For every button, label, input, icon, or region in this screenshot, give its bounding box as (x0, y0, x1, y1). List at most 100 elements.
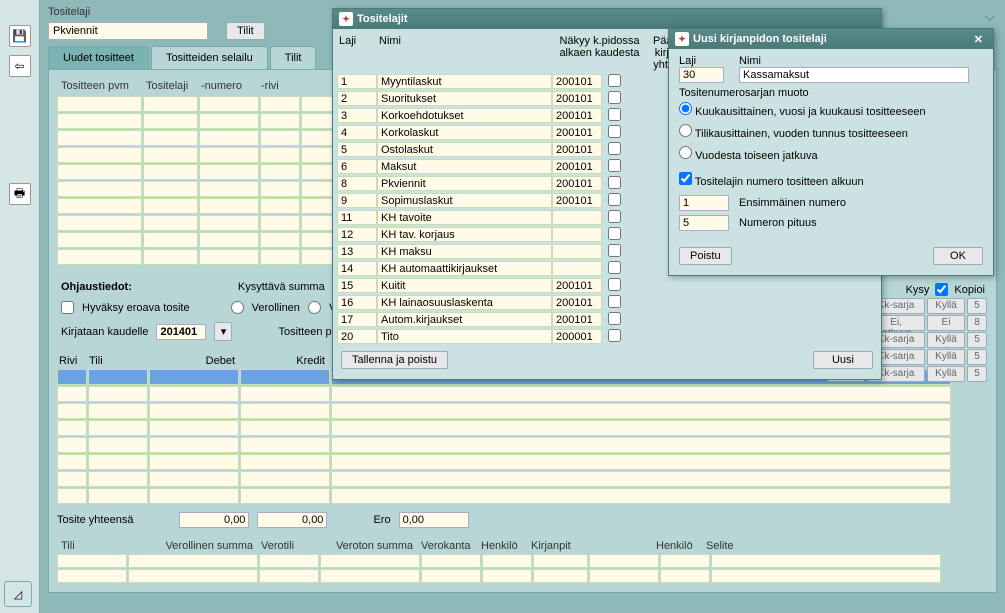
dlg1-kausi-cell[interactable] (552, 295, 602, 310)
dlg1-cb-cell[interactable] (602, 125, 626, 141)
dlg1-nimi-cell[interactable] (377, 210, 552, 225)
dlg1-laji-cell[interactable] (337, 312, 377, 327)
dlg1-kausi-cell[interactable] (552, 193, 602, 208)
dlg1-row[interactable] (337, 294, 877, 311)
period-picker-button[interactable]: ▾ (214, 322, 232, 341)
hyvaksy-checkbox[interactable] (61, 301, 74, 314)
close-icon[interactable]: ✕ (970, 33, 987, 46)
dlg1-cb-cell[interactable] (602, 142, 626, 158)
ok-button[interactable]: OK (933, 247, 983, 265)
dlg1-nimi-cell[interactable] (377, 278, 552, 293)
dlg1-kausi-cell[interactable] (552, 244, 602, 259)
dlg1-nimi-cell[interactable] (377, 227, 552, 242)
dlg1-kausi-cell[interactable] (552, 261, 602, 276)
dlg1-nimi-cell[interactable] (377, 74, 552, 89)
dlg1-nimi-cell[interactable] (377, 91, 552, 106)
collapse-icon[interactable]: ⌵ (984, 8, 995, 25)
dlg2-opt3[interactable]: Vuodesta toiseen jatkuva (679, 143, 983, 165)
dlg1-cb-cell[interactable] (602, 193, 626, 209)
rivi-row[interactable] (57, 471, 988, 487)
dlg1-nimi-cell[interactable] (377, 108, 552, 123)
dlg1-kausi-cell[interactable] (552, 210, 602, 225)
dlg1-cb-cell[interactable] (602, 176, 626, 192)
dlg2-num1-input[interactable] (679, 195, 729, 211)
poistu-button[interactable]: Poistu (679, 247, 732, 265)
dlg1-cb-cell[interactable] (602, 74, 626, 90)
print-icon[interactable]: 🖶 (9, 183, 31, 205)
dlg2-opt2[interactable]: Tilikausittainen, vuoden tunnus tosittee… (679, 121, 983, 143)
dlg1-nimi-cell[interactable] (377, 193, 552, 208)
bottom-row[interactable] (57, 569, 988, 583)
rivi-row[interactable] (57, 488, 988, 504)
dlg2-cb1[interactable]: Tositelajin numero tositteen alkuun (679, 169, 983, 191)
kopioi-checkbox[interactable] (935, 283, 948, 296)
tositelaji-select[interactable]: Pkviennit (48, 22, 208, 40)
verollinen-radio[interactable] (231, 301, 244, 314)
dlg1-kausi-cell[interactable] (552, 108, 602, 123)
dlg1-laji-cell[interactable] (337, 210, 377, 225)
dlg1-kausi-cell[interactable] (552, 329, 602, 344)
dlg1-kausi-cell[interactable] (552, 278, 602, 293)
dlg1-laji-cell[interactable] (337, 261, 377, 276)
dlg1-laji-cell[interactable] (337, 74, 377, 89)
dlg1-nimi-cell[interactable] (377, 261, 552, 276)
dlg1-laji-cell[interactable] (337, 159, 377, 174)
back-icon[interactable]: ⇦ (9, 55, 31, 77)
dlg1-cb-cell[interactable] (602, 227, 626, 243)
dlg1-cb-cell[interactable] (602, 278, 626, 294)
save-icon[interactable]: 💾 (9, 25, 31, 47)
dlg1-cb-cell[interactable] (602, 91, 626, 107)
dlg1-laji-cell[interactable] (337, 91, 377, 106)
dlg1-cb-cell[interactable] (602, 159, 626, 175)
dlg1-row[interactable] (337, 328, 877, 345)
dlg1-row[interactable] (337, 277, 877, 294)
dlg1-laji-cell[interactable] (337, 295, 377, 310)
rivi-row[interactable] (57, 437, 988, 453)
dlg1-laji-cell[interactable] (337, 193, 377, 208)
rivi-row[interactable] (57, 420, 988, 436)
dlg1-cb-cell[interactable] (602, 295, 626, 311)
dlg1-laji-cell[interactable] (337, 142, 377, 157)
dlg1-kausi-cell[interactable] (552, 142, 602, 157)
dlg2-num2-input[interactable] (679, 215, 729, 231)
dlg1-cb-cell[interactable] (602, 244, 626, 260)
dlg1-nimi-cell[interactable] (377, 329, 552, 344)
dlg1-laji-cell[interactable] (337, 125, 377, 140)
dlg1-laji-cell[interactable] (337, 227, 377, 242)
tab-selailu[interactable]: Tositteiden selailu (151, 46, 268, 69)
dlg1-laji-cell[interactable] (337, 329, 377, 344)
rivi-row[interactable] (57, 403, 988, 419)
dlg1-row[interactable] (337, 311, 877, 328)
dlg2-opt1[interactable]: Kuukausittainen, vuosi ja kuukausi tosit… (679, 99, 983, 121)
dlg1-laji-cell[interactable] (337, 176, 377, 191)
dlg2-nimi-input[interactable] (739, 67, 969, 83)
dlg1-nimi-cell[interactable] (377, 142, 552, 157)
dlg1-nimi-cell[interactable] (377, 295, 552, 310)
dlg1-cb-cell[interactable] (602, 210, 626, 226)
rivi-row[interactable] (57, 454, 988, 470)
uusi-button[interactable]: Uusi (813, 351, 873, 369)
rivi-row[interactable] (57, 386, 988, 402)
corner-button[interactable]: ◿ (4, 581, 32, 607)
dlg1-cb-cell[interactable] (602, 312, 626, 328)
dlg1-cb-cell[interactable] (602, 261, 626, 277)
dlg2-laji-input[interactable] (679, 67, 724, 83)
tallenna-button[interactable]: Tallenna ja poistu (341, 351, 448, 369)
dlg1-kausi-cell[interactable] (552, 159, 602, 174)
dlg2-titlebar[interactable]: ✦ Uusi kirjanpidon tositelaji ✕ (669, 29, 993, 49)
dlg1-nimi-cell[interactable] (377, 159, 552, 174)
dlg1-nimi-cell[interactable] (377, 312, 552, 327)
dlg1-kausi-cell[interactable] (552, 176, 602, 191)
dlg1-laji-cell[interactable] (337, 278, 377, 293)
dlg1-nimi-cell[interactable] (377, 125, 552, 140)
dlg1-laji-cell[interactable] (337, 108, 377, 123)
veroton-radio[interactable] (308, 301, 321, 314)
dlg1-kausi-cell[interactable] (552, 312, 602, 327)
dlg1-cb-cell[interactable] (602, 329, 626, 345)
bottom-row[interactable] (57, 554, 988, 568)
period-input[interactable] (156, 324, 206, 340)
tab-uudet[interactable]: Uudet tositteet (48, 46, 149, 69)
tab-tilit[interactable]: Tilit (270, 46, 317, 69)
dlg1-cb-cell[interactable] (602, 108, 626, 124)
dlg1-kausi-cell[interactable] (552, 74, 602, 89)
